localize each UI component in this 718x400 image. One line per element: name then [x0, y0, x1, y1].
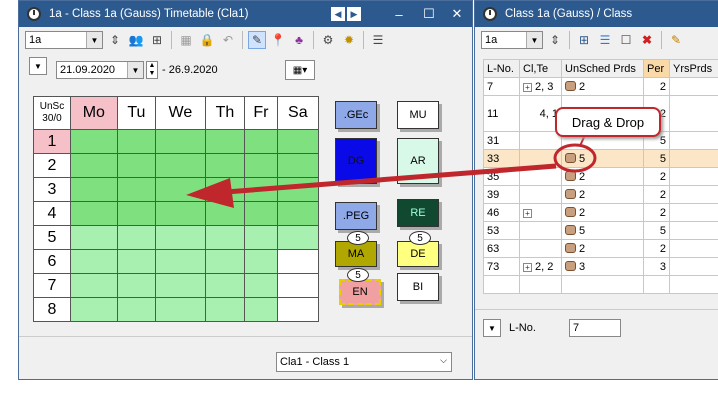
drag-drop-arrow	[186, 134, 597, 208]
arrow-line	[225, 163, 557, 195]
arrow-head	[186, 178, 234, 208]
drag-drop-callout: Drag & Drop	[555, 107, 661, 137]
drag-source-highlight	[553, 143, 597, 173]
